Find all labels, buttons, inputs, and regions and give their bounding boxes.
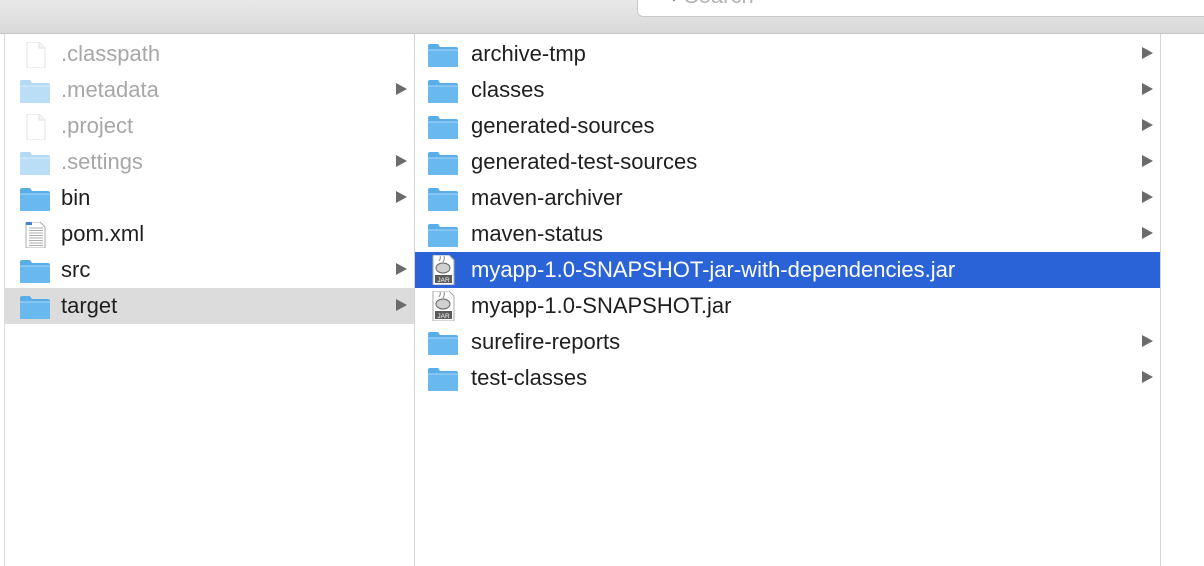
folder-icon [427,330,459,356]
folder-row-settings[interactable]: .settings [5,144,414,180]
disclosure-arrow-icon [1142,83,1153,95]
file-row-myapp-1-0-snapshot-jar-with-dependencies-jar[interactable]: JAR myapp-1.0-SNAPSHOT-jar-with-dependenc… [415,252,1160,288]
item-name: classes [471,77,545,102]
disclosure-arrow-icon [1142,335,1153,347]
folder-icon [19,294,51,320]
folder-row-generated-test-sources[interactable]: generated-test-sources [415,144,1160,180]
svg-text:JAR: JAR [437,277,450,284]
item-name: pom.xml [61,221,145,246]
folder-icon [427,42,459,68]
jar-file-icon: JAR [427,254,459,286]
disclosure-arrow-icon [1142,227,1153,239]
item-name: bin [61,185,91,210]
folder-icon [19,150,51,176]
search-placeholder: Search [684,0,754,9]
item-name: .project [61,113,134,138]
disclosure-arrow-icon [1142,47,1153,59]
item-name: src [61,257,91,282]
item-name: archive-tmp [471,41,586,66]
file-row-myapp-1-0-snapshot-jar[interactable]: JAR myapp-1.0-SNAPSHOT.jar [415,288,1160,324]
item-name: generated-test-sources [471,149,698,174]
item-name: myapp-1.0-SNAPSHOT-jar-with-dependencies… [471,257,956,282]
svg-text:JAR: JAR [437,313,450,320]
column-preview-empty [1160,34,1204,566]
xml-document-icon [19,221,51,249]
file-row-project[interactable]: .project [5,108,414,144]
finder-toolbar: Search [0,0,1204,34]
disclosure-arrow-icon [396,191,407,203]
magnifier-icon [672,0,676,2]
document-icon [19,113,51,141]
file-row-classpath[interactable]: .classpath [5,36,414,72]
folder-row-archive-tmp[interactable]: archive-tmp [415,36,1160,72]
folder-icon [427,114,459,140]
disclosure-arrow-icon [1142,155,1153,167]
folder-row-src[interactable]: src [5,252,414,288]
item-name: maven-archiver [471,185,623,210]
folder-row-surefire-reports[interactable]: surefire-reports [415,324,1160,360]
folder-row-maven-archiver[interactable]: maven-archiver [415,180,1160,216]
search-field[interactable]: Search [637,0,1204,17]
item-name: surefire-reports [471,329,621,354]
folder-row-bin[interactable]: bin [5,180,414,216]
disclosure-arrow-icon [396,299,407,311]
disclosure-arrow-icon [396,155,407,167]
disclosure-arrow-icon [396,263,407,275]
folder-icon [427,186,459,212]
folder-row-classes[interactable]: classes [415,72,1160,108]
disclosure-arrow-icon [1142,191,1153,203]
disclosure-arrow-icon [1142,119,1153,131]
folder-icon [427,222,459,248]
folder-icon [19,258,51,284]
jar-file-icon: JAR [427,290,459,322]
item-name: test-classes [471,365,588,390]
item-name: myapp-1.0-SNAPSHOT.jar [471,293,732,318]
document-icon [19,41,51,69]
folder-row-metadata[interactable]: .metadata [5,72,414,108]
column-target[interactable]: archive-tmp classes generated-sources gener… [414,34,1160,566]
item-name: .metadata [61,77,159,102]
column-project-root[interactable]: .classpath .metadata .project .settings bin p… [4,34,414,566]
folder-icon [427,150,459,176]
folder-row-test-classes[interactable]: test-classes [415,360,1160,396]
folder-icon [427,78,459,104]
folder-row-maven-status[interactable]: maven-status [415,216,1160,252]
item-name: .settings [61,149,143,174]
item-name: target [61,293,118,318]
item-name: .classpath [61,41,161,66]
folder-row-generated-sources[interactable]: generated-sources [415,108,1160,144]
disclosure-arrow-icon [1142,371,1153,383]
folder-icon [427,366,459,392]
folder-icon [19,78,51,104]
item-name: generated-sources [471,113,655,138]
folder-row-target[interactable]: target [5,288,414,324]
item-name: maven-status [471,221,604,246]
file-row-pom-xml[interactable]: pom.xml [5,216,414,252]
disclosure-arrow-icon [396,83,407,95]
folder-icon [19,186,51,212]
